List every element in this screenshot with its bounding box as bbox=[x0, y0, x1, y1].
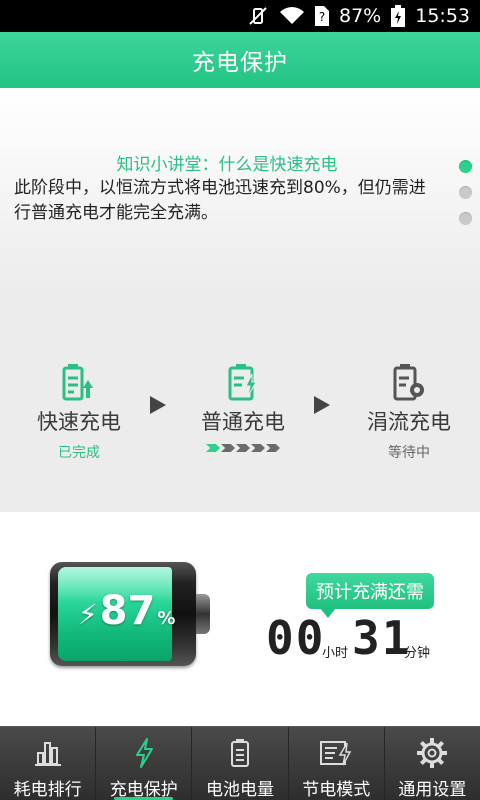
nav-item-power-ranking[interactable]: 耗电排行 bbox=[0, 727, 95, 800]
svg-text:?: ? bbox=[319, 10, 325, 24]
nav-label: 耗电排行 bbox=[13, 780, 82, 800]
bottom-navigation: 耗电排行 充电保护 电池电量 节电模式 通用设置 bbox=[0, 726, 480, 800]
remaining-time: 00 小时 31 分钟 bbox=[266, 614, 476, 662]
tips-carousel[interactable]: 知识小讲堂：什么是快速充电 此阶段中，以恒流方式将电池迅速充到80%，但仍需进行… bbox=[0, 88, 480, 300]
stage-progress-indicator bbox=[178, 444, 308, 452]
stage-fast-charge: 快速充电 已完成 bbox=[14, 362, 144, 462]
nav-label: 节电模式 bbox=[302, 780, 371, 800]
status-bar: ? 87% 15:53 bbox=[0, 0, 480, 32]
remaining-minutes: 31 bbox=[352, 611, 412, 665]
stage-status: 等待中 bbox=[388, 445, 430, 461]
battery-fast-charge-icon bbox=[14, 362, 144, 402]
progress-chevron bbox=[236, 444, 250, 452]
nav-item-charge-protection[interactable]: 充电保护 bbox=[95, 727, 191, 800]
carousel-indicator bbox=[459, 160, 473, 238]
no-sim-icon: ? bbox=[315, 6, 329, 26]
progress-chevron bbox=[266, 444, 280, 452]
carousel-dot-1[interactable] bbox=[459, 160, 472, 173]
remaining-time-badge: 预计充满还需 bbox=[306, 573, 434, 618]
remaining-hours: 00 bbox=[266, 611, 326, 665]
carousel-dot-3[interactable] bbox=[459, 212, 472, 225]
page-title: 充电保护 bbox=[192, 50, 288, 76]
battery-trickle-charge-icon bbox=[344, 362, 474, 402]
lightning-icon bbox=[132, 735, 156, 771]
battery-cap bbox=[196, 594, 210, 634]
battery-percent-sign: % bbox=[157, 608, 176, 629]
battery-charging-icon bbox=[391, 5, 406, 27]
wifi-icon bbox=[279, 6, 305, 26]
battery-percent-display: ⚡ 87 % bbox=[78, 588, 175, 634]
battery-level-graphic: ⚡ 87 % bbox=[50, 562, 210, 666]
charge-stages: 快速充电 已完成 普通充电 涓流充电 等待中 bbox=[0, 300, 480, 512]
tip-body: 此阶段中，以恒流方式将电池迅速充到80%，但仍需进行普通充电才能完全充满。 bbox=[14, 178, 426, 223]
nav-item-battery-level[interactable]: 电池电量 bbox=[191, 727, 287, 800]
progress-chevron bbox=[221, 444, 235, 452]
progress-chevron bbox=[251, 444, 265, 452]
nav-item-general-settings[interactable]: 通用设置 bbox=[383, 727, 480, 800]
bar-chart-icon bbox=[33, 735, 63, 771]
stage-normal-charge: 普通充电 bbox=[178, 362, 308, 452]
battery-percent-text: 87% bbox=[339, 5, 382, 27]
lightning-icon: ⚡ bbox=[78, 598, 98, 631]
clock: 15:53 bbox=[415, 5, 470, 27]
nav-label: 充电保护 bbox=[109, 780, 178, 800]
nav-label: 通用设置 bbox=[398, 780, 467, 800]
stage-trickle-charge: 涓流充电 等待中 bbox=[344, 362, 474, 462]
minutes-unit: 分钟 bbox=[404, 646, 431, 661]
title-bar: 充电保护 bbox=[0, 32, 480, 88]
hours-unit: 小时 bbox=[322, 646, 349, 661]
battery-icon bbox=[230, 735, 250, 771]
stage-label: 快速充电 bbox=[37, 410, 121, 434]
gear-icon bbox=[416, 735, 448, 771]
stage-label: 普通充电 bbox=[201, 410, 285, 434]
tip-title: 知识小讲堂：什么是快速充电 bbox=[116, 155, 338, 175]
stage-status: 已完成 bbox=[58, 445, 100, 461]
vibrate-off-icon bbox=[247, 5, 269, 27]
nav-label: 电池电量 bbox=[206, 780, 274, 800]
progress-chevron bbox=[206, 444, 220, 452]
power-save-mode-icon bbox=[319, 735, 353, 771]
nav-item-power-save-mode[interactable]: 节电模式 bbox=[287, 727, 384, 800]
carousel-dot-2[interactable] bbox=[459, 186, 472, 199]
arrow-right-icon bbox=[314, 396, 330, 414]
battery-normal-charge-icon bbox=[178, 362, 308, 402]
battery-percent-value: 87 bbox=[99, 588, 156, 634]
arrow-right-icon bbox=[150, 396, 166, 414]
stage-label: 涓流充电 bbox=[367, 410, 451, 434]
battery-status-panel: ⚡ 87 % 预计充满还需 00 小时 31 分钟 bbox=[0, 512, 480, 726]
